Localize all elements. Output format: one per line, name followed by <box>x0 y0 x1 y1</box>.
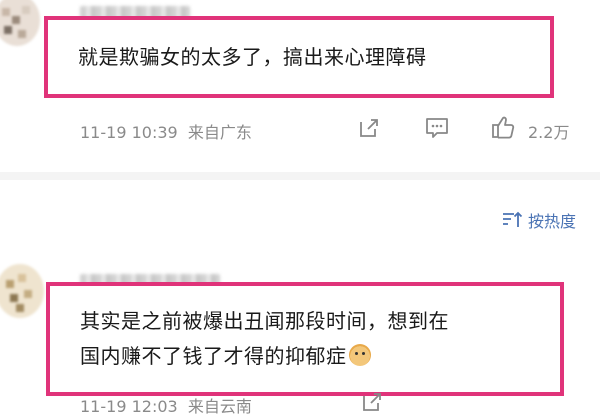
comment-timestamp: 11-19 10:39 来自广东 <box>80 123 252 142</box>
comment-text-line-2: 国内赚不了钱了才得的抑郁症 <box>80 339 371 373</box>
dog-emoji-icon <box>348 344 371 366</box>
share-icon[interactable] <box>357 116 381 140</box>
like-icon[interactable] <box>490 114 516 140</box>
comment-item: 其实是之前被爆出丑闻那段时间，想到在 国内赚不了钱了才得的抑郁症 11-19 1… <box>0 250 600 416</box>
sort-by-hot-button[interactable]: 按热度 <box>502 208 576 232</box>
sort-icon <box>502 211 523 227</box>
avatar[interactable] <box>0 0 40 46</box>
sort-label: 按热度 <box>527 212 576 231</box>
section-divider <box>0 172 600 180</box>
comment-item: 就是欺骗女的太多了，搞出来心理障碍 11-19 10:39 来自广东 2.2万 <box>0 0 600 160</box>
comment-text-line-1: 其实是之前被爆出丑闻那段时间，想到在 <box>80 309 449 333</box>
like-count: 2.2万 <box>528 123 570 142</box>
comment-location: 来自云南 <box>187 397 252 416</box>
comment-text: 就是欺骗女的太多了，搞出来心理障碍 <box>78 45 427 69</box>
avatar[interactable] <box>0 264 44 318</box>
comment-timestamp: 11-19 12:03 来自云南 <box>80 397 252 416</box>
share-icon[interactable] <box>360 390 384 414</box>
comment-icon[interactable] <box>424 116 450 140</box>
comment-location: 来自广东 <box>187 123 252 142</box>
